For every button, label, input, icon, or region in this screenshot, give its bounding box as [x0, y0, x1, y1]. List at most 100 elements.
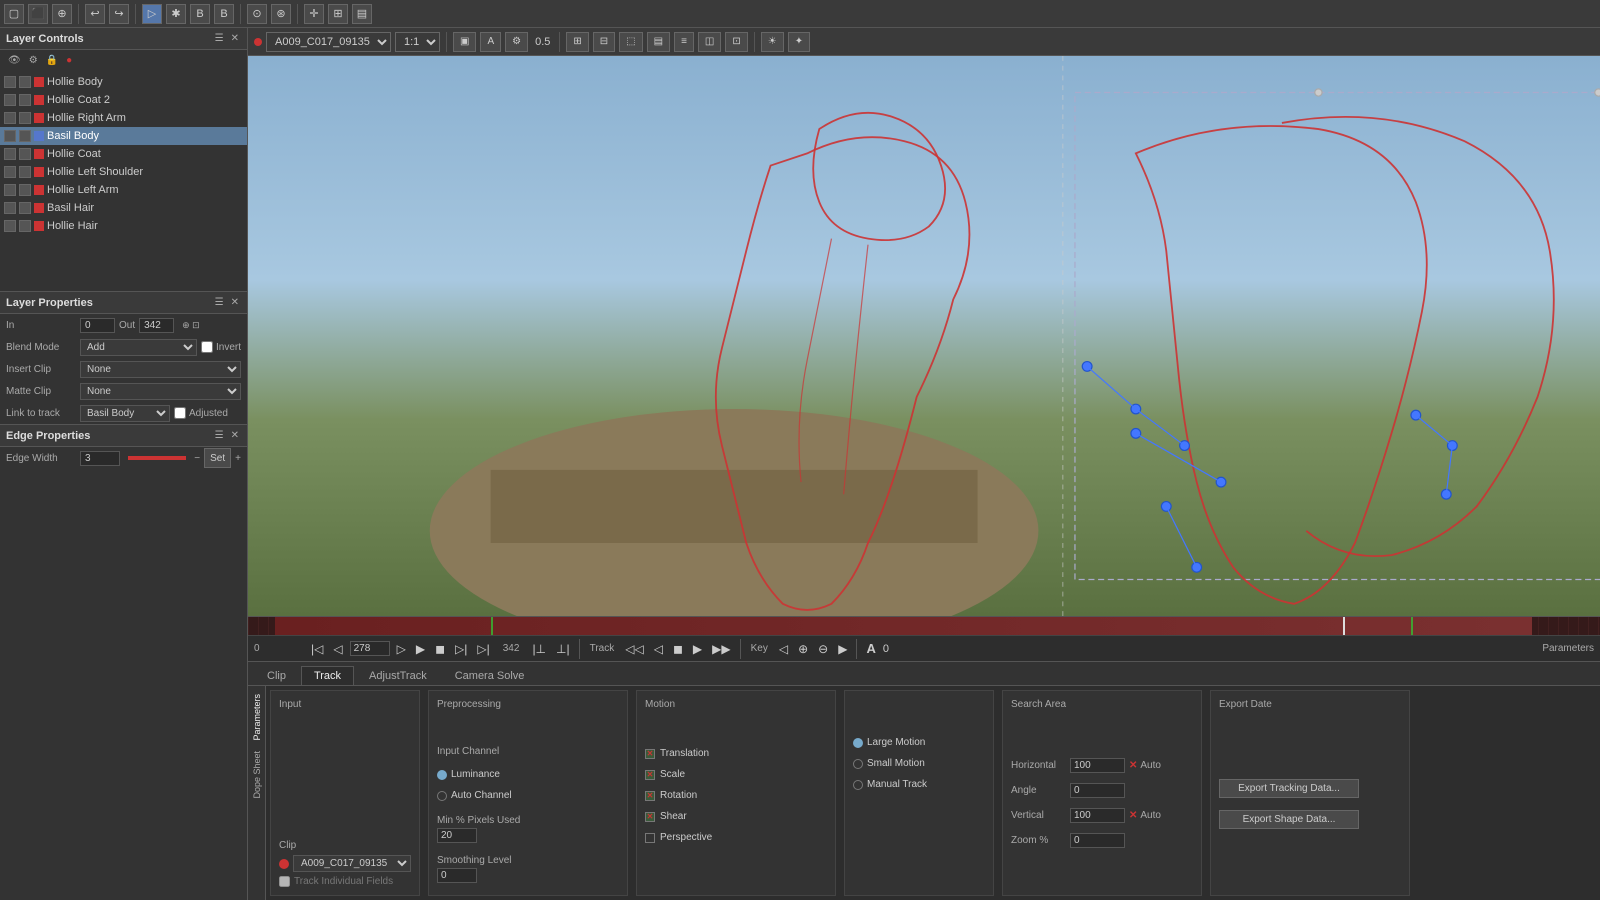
key-fwd-btn[interactable]: ▶: [835, 641, 850, 657]
go-forward-btn[interactable]: ▷: [394, 641, 409, 657]
shear-check[interactable]: ✕: [645, 812, 655, 822]
side-tab-parameters[interactable]: Parameters: [250, 690, 264, 745]
matte-clip-select[interactable]: None: [80, 383, 241, 400]
layer-vis2-basil-hair[interactable]: [19, 202, 31, 214]
edge-width-input[interactable]: [80, 451, 120, 466]
layer-vis2-hollie-coat[interactable]: [19, 148, 31, 160]
edge-width-slider[interactable]: [128, 456, 186, 460]
go-to-in-btn[interactable]: |◁: [308, 641, 326, 657]
select-tool[interactable]: ▷: [142, 4, 162, 24]
star-btn[interactable]: ✦: [788, 32, 810, 52]
layer-vis-hollie-coat[interactable]: [4, 148, 16, 160]
grid-tool[interactable]: ⊞: [328, 4, 348, 24]
mask-btn[interactable]: ▤: [647, 32, 670, 52]
zoom-input[interactable]: [1070, 833, 1125, 848]
layer-item-hollie-body[interactable]: Hollie Body: [0, 73, 247, 91]
key-add-btn[interactable]: ⊕: [795, 641, 811, 657]
layer-item-basil-hair[interactable]: Basil Hair: [0, 199, 247, 217]
layer-item-hollie-right-arm[interactable]: Hollie Right Arm: [0, 109, 247, 127]
layer-item-hollie-coat2[interactable]: Hollie Coat 2: [0, 91, 247, 109]
step-back-btn[interactable]: ◁: [330, 641, 345, 657]
layer-gear-icon[interactable]: ⚙: [27, 54, 40, 67]
translation-check[interactable]: ✕: [645, 749, 655, 759]
edge-props-collapse-icon[interactable]: ✕: [229, 429, 241, 442]
sun-btn[interactable]: ☀: [761, 32, 784, 52]
link-track-select[interactable]: Basil Body: [80, 405, 170, 422]
in-input[interactable]: [80, 318, 115, 333]
tab-track[interactable]: Track: [301, 666, 354, 685]
timeline-ruler[interactable]: [248, 617, 1600, 635]
tab-camera-solve[interactable]: Camera Solve: [442, 666, 538, 685]
layer-vis2-hollie-coat2[interactable]: [19, 94, 31, 106]
smoothing-level-input[interactable]: [437, 868, 477, 883]
track-stop-btn[interactable]: ◼: [670, 641, 686, 657]
key-back-btn[interactable]: ◁: [776, 641, 791, 657]
track-fwd-btn[interactable]: ▶: [690, 641, 705, 657]
track-play-btn[interactable]: ◁: [651, 641, 666, 657]
out-input[interactable]: [139, 318, 174, 333]
play-btn[interactable]: ▶: [413, 641, 428, 657]
layer-vis-hollie-right-arm[interactable]: [4, 112, 16, 124]
perspective-check[interactable]: [645, 833, 655, 843]
layer-vis-hollie-body[interactable]: [4, 76, 16, 88]
set-out-btn[interactable]: ⊥|: [553, 641, 573, 657]
undo-btn[interactable]: ↩: [85, 4, 105, 24]
stop-btn[interactable]: ◼: [432, 641, 448, 657]
edge-set-button[interactable]: Set: [204, 448, 231, 468]
tab-adjust-track[interactable]: AdjustTrack: [356, 666, 440, 685]
layer-vis2-basil-body[interactable]: [19, 130, 31, 142]
track-back-btn[interactable]: ◁◁: [622, 641, 646, 657]
join-tool[interactable]: ⊛: [271, 4, 291, 24]
luminance-radio[interactable]: [437, 770, 447, 780]
edge-minus-icon[interactable]: −: [194, 453, 200, 464]
overlay-btn[interactable]: ⊟: [593, 32, 615, 52]
layer-settings-icon[interactable]: ☰: [213, 32, 226, 45]
layer-vis-hollie-hair[interactable]: [4, 220, 16, 232]
layer-vis2-hollie-hair[interactable]: [19, 220, 31, 232]
go-to-out-btn[interactable]: ▷|: [474, 641, 492, 657]
alpha-btn[interactable]: A: [480, 32, 501, 52]
tab-clip[interactable]: Clip: [254, 666, 299, 685]
invert-checkbox[interactable]: [201, 341, 213, 353]
viewport[interactable]: [248, 56, 1600, 616]
export-shape-btn[interactable]: Export Shape Data...: [1219, 810, 1359, 829]
viewer-settings-btn[interactable]: ⚙: [505, 32, 528, 52]
tool-select[interactable]: ▢: [4, 4, 24, 24]
key-label-btn[interactable]: A: [863, 640, 878, 657]
viewer-btn6[interactable]: ◫: [698, 32, 721, 52]
clip-dropdown[interactable]: A009_C017_09135: [293, 855, 411, 872]
layer-vis-basil-hair[interactable]: [4, 202, 16, 214]
auto-channel-radio[interactable]: [437, 791, 447, 801]
layer-color-icon[interactable]: ●: [64, 54, 74, 67]
small-motion-radio[interactable]: [853, 759, 863, 769]
layer-item-hollie-hair[interactable]: Hollie Hair: [0, 217, 247, 235]
add-point-tool[interactable]: B: [190, 4, 210, 24]
layer-item-hollie-left-arm[interactable]: Hollie Left Arm: [0, 181, 247, 199]
export-tracking-btn[interactable]: Export Tracking Data...: [1219, 779, 1359, 798]
layer-vis-basil-body[interactable]: [4, 130, 16, 142]
layer-item-hollie-left-shoulder[interactable]: Hollie Left Shoulder: [0, 163, 247, 181]
redo-btn[interactable]: ↪: [109, 4, 129, 24]
angle-input[interactable]: [1070, 783, 1125, 798]
scale-check[interactable]: ✕: [645, 770, 655, 780]
layer-vis-hollie-coat2[interactable]: [4, 94, 16, 106]
rotation-check[interactable]: ✕: [645, 791, 655, 801]
tool-transform[interactable]: ⬛: [28, 4, 48, 24]
edge-props-settings-icon[interactable]: ☰: [213, 429, 226, 442]
side-tab-dope-sheet[interactable]: Dope Sheet: [250, 747, 264, 803]
edge-plus-icon[interactable]: +: [235, 453, 241, 464]
horizontal-input[interactable]: [1070, 758, 1125, 773]
viewer-btn7[interactable]: ⊡: [725, 32, 747, 52]
layer-vis2-hollie-body[interactable]: [19, 76, 31, 88]
layer-props-settings-icon[interactable]: ☰: [213, 296, 226, 309]
layer-vis-hollie-left-shoulder[interactable]: [4, 166, 16, 178]
track-fwd-end-btn[interactable]: ▶▶: [709, 641, 733, 657]
layer-eye-icon[interactable]: 👁: [6, 54, 23, 67]
layer-vis2-hollie-right-arm[interactable]: [19, 112, 31, 124]
viewer-btn5[interactable]: ≡: [674, 32, 694, 52]
set-in-btn[interactable]: |⊥: [529, 641, 549, 657]
step-fwd-btn[interactable]: ▷|: [452, 641, 470, 657]
layer-item-hollie-coat[interactable]: Hollie Coat: [0, 145, 247, 163]
magnet-tool[interactable]: ⊙: [247, 4, 267, 24]
vertical-input[interactable]: [1070, 808, 1125, 823]
